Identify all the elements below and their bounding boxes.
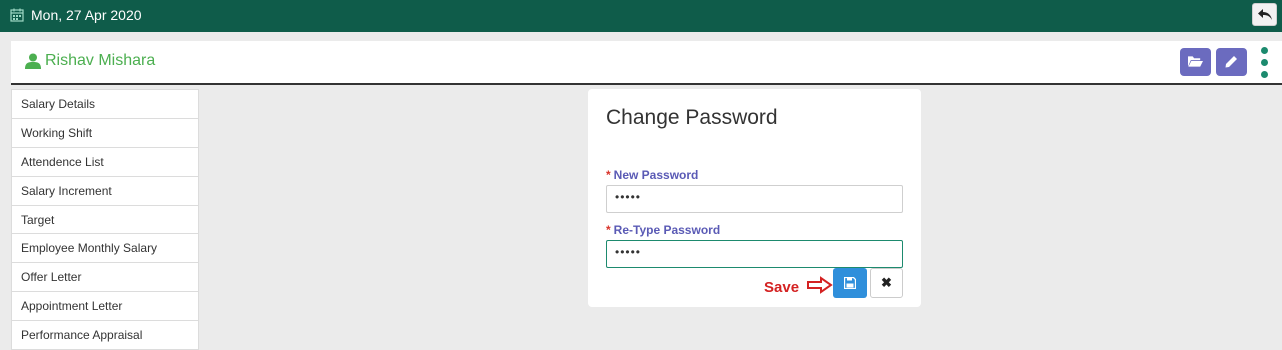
new-password-input[interactable]: ••••• xyxy=(606,185,903,213)
sidebar-item-appointment-letter[interactable]: Appointment Letter xyxy=(12,292,198,322)
retype-password-input[interactable]: ••••• xyxy=(606,240,903,268)
open-folder-button[interactable] xyxy=(1180,48,1211,76)
save-annotation-label: Save xyxy=(764,279,800,296)
edit-button[interactable] xyxy=(1216,48,1247,76)
back-button[interactable] xyxy=(1252,3,1277,26)
user-icon xyxy=(25,53,41,69)
sidebar-menu: Salary Details Working Shift Attendence … xyxy=(11,89,199,350)
new-password-label: * New Password xyxy=(606,168,699,182)
card-title: Change Password xyxy=(606,106,778,129)
employee-name: Rishav Mishara xyxy=(45,52,156,69)
sidebar-item-salary-increment[interactable]: Salary Increment xyxy=(12,177,198,206)
current-date: Mon, 27 Apr 2020 xyxy=(31,7,142,23)
floppy-disk-icon xyxy=(844,277,856,289)
pencil-icon xyxy=(1225,56,1237,68)
required-marker: * xyxy=(606,223,611,237)
folder-open-icon xyxy=(1188,56,1203,67)
sidebar-item-offer-letter[interactable]: Offer Letter xyxy=(12,263,198,293)
sidebar-item-employee-monthly-salary[interactable]: Employee Monthly Salary xyxy=(12,234,198,264)
required-marker: * xyxy=(606,168,611,182)
employee-header: Rishav Mishara xyxy=(11,41,1282,85)
change-password-card: Change Password * New Password ••••• * Re-… xyxy=(588,89,921,307)
calendar-icon xyxy=(10,8,24,22)
kebab-menu-icon[interactable] xyxy=(1259,47,1269,79)
sidebar-item-attendence-list[interactable]: Attendence List xyxy=(12,148,198,177)
undo-arrow-icon xyxy=(1258,9,1272,20)
cancel-button[interactable]: ✖ xyxy=(870,268,903,298)
sidebar-item-salary-details[interactable]: Salary Details xyxy=(12,90,198,119)
top-bar: Mon, 27 Apr 2020 xyxy=(0,0,1282,32)
sidebar-item-target[interactable]: Target xyxy=(12,206,198,235)
save-button[interactable] xyxy=(833,268,867,298)
sidebar-item-performance-appraisal[interactable]: Performance Appraisal xyxy=(12,321,198,350)
retype-password-label: * Re-Type Password xyxy=(606,223,721,237)
sidebar-item-working-shift[interactable]: Working Shift xyxy=(12,119,198,148)
annotation-arrow-icon xyxy=(807,276,833,294)
